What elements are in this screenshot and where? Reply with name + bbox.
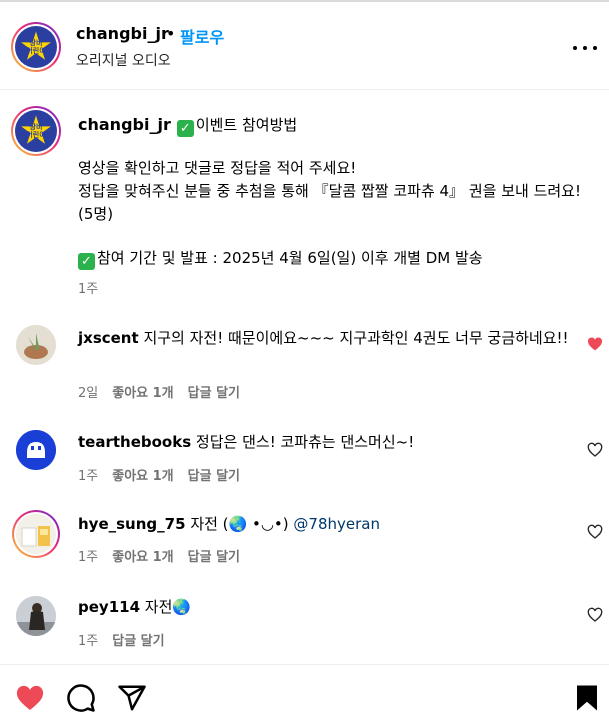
reply-button[interactable]: 답글 달기 (188, 386, 240, 401)
caption-period: ✓ 참여 기간 및 발표 : 2025년 4월 6일(일) 이후 개별 DM 발송 (78, 247, 483, 270)
comment-meta-1: 2일 좋아요 1개 답글 달기 (78, 382, 254, 401)
comment-bubble-icon[interactable] (66, 683, 96, 713)
comment-meta-3: 1주 좋아요 1개 답글 달기 (78, 546, 254, 565)
succulent-photo-icon (16, 325, 56, 365)
header-separator: • (166, 24, 176, 43)
mention-link[interactable]: @78hyeran (293, 515, 380, 533)
comment-avatar-jxscent[interactable] (16, 325, 56, 365)
comment-username[interactable]: hye_sung_75 (78, 515, 186, 533)
comment-body: 자전 (🌏 •◡•) (190, 515, 289, 533)
check-emoji-icon: ✓ (176, 120, 194, 137)
comment-meta-2: 1주 좋아요 1개 답글 달기 (78, 465, 254, 484)
post-header: 창비 어린이 changbi_jr • 팔로우 오리지널 오디오 (0, 2, 609, 90)
heart-outline-icon[interactable] (587, 442, 603, 458)
comment-username[interactable]: tearthebooks (78, 433, 191, 451)
heart-outline-icon[interactable] (587, 607, 603, 623)
caption-period-text: 참여 기간 및 발표 : 2025년 4월 6일(일) 이후 개별 DM 발송 (97, 249, 483, 267)
comment-body: 자전🌏 (144, 598, 192, 616)
comment-time[interactable]: 1주 (78, 634, 98, 649)
original-audio-link[interactable]: 오리지널 오디오 (76, 50, 171, 70)
comment-text-2: tearthebooks 정답은 댄스! 코파츄는 댄스머신~! (78, 432, 573, 453)
caption-headline: 이벤트 참여방법 (195, 116, 298, 134)
heart-filled-icon[interactable] (587, 336, 603, 352)
comment-likes[interactable]: 좋아요 1개 (112, 550, 173, 565)
comment-avatar-tearthebooks[interactable] (16, 430, 56, 470)
comment-avatar-hye_sung_75[interactable] (12, 510, 60, 558)
more-options-icon[interactable] (573, 36, 597, 60)
comment-text-4: pey114 자전🌏 (78, 597, 573, 618)
caption-header: changbi_jr ✓ 이벤트 참여방법 (78, 114, 297, 137)
comment-meta-4: 1주 답글 달기 (78, 630, 179, 649)
follow-button[interactable]: 팔로우 (180, 24, 224, 48)
bookmark-filled-icon[interactable] (572, 683, 602, 713)
comment-text-3: hye_sung_75 자전 (🌏 •◡•) @78hyeran (78, 514, 573, 535)
changbi-logo: 창비 어린이 (15, 26, 57, 68)
heart-outline-icon[interactable] (587, 524, 603, 540)
header-username[interactable]: changbi_jr (76, 24, 169, 43)
reply-button[interactable]: 답글 달기 (188, 550, 240, 565)
paper-plane-icon[interactable] (117, 683, 147, 713)
comment-time[interactable]: 2일 (78, 386, 98, 401)
caption-line-1: 영상을 확인하고 댓글로 정답을 적어 주세요! (78, 159, 357, 177)
profile-photo-icon (16, 514, 56, 554)
comment-text-1: jxscent 지구의 자전! 때문이에요~~~ 지구과학인 4권도 너무 궁금… (78, 328, 573, 349)
caption-timestamp[interactable]: 1주 (78, 278, 98, 297)
comment-body: 지구의 자전! 때문이에요~~~ 지구과학인 4권도 너무 궁금하네요!! (143, 329, 569, 347)
reply-button[interactable]: 답글 달기 (112, 634, 164, 649)
heart-filled-icon[interactable] (15, 683, 45, 713)
comment-avatar-pey114[interactable] (16, 596, 56, 636)
changbi-logo: 창비 어린이 (15, 110, 57, 152)
profile-photo-icon (16, 596, 56, 636)
comment-time[interactable]: 1주 (78, 469, 98, 484)
comment-username[interactable]: jxscent (78, 329, 139, 347)
caption-line-2: 정답을 맞혀주신 분들 중 추첨을 통해 『달콤 짭짤 코파츄 4』 권을 보내… (78, 182, 581, 223)
comment-time[interactable]: 1주 (78, 550, 98, 565)
caption-username[interactable]: changbi_jr (78, 115, 171, 134)
comment-likes[interactable]: 좋아요 1개 (112, 469, 173, 484)
comment-username[interactable]: pey114 (78, 598, 140, 616)
comment-likes[interactable]: 좋아요 1개 (112, 386, 173, 401)
header-avatar[interactable]: 창비 어린이 (11, 22, 61, 72)
comment-body: 정답은 댄스! 코파츄는 댄스머신~! (195, 433, 415, 451)
caption-body: 영상을 확인하고 댓글로 정답을 적어 주세요! 정답을 맞혀주신 분들 중 추… (78, 157, 593, 226)
post-action-bar (0, 665, 609, 724)
check-emoji-icon: ✓ (78, 253, 95, 270)
reply-button[interactable]: 답글 달기 (188, 469, 240, 484)
caption-avatar[interactable]: 창비 어린이 (11, 106, 61, 156)
bookstore-logo-icon (16, 430, 56, 470)
